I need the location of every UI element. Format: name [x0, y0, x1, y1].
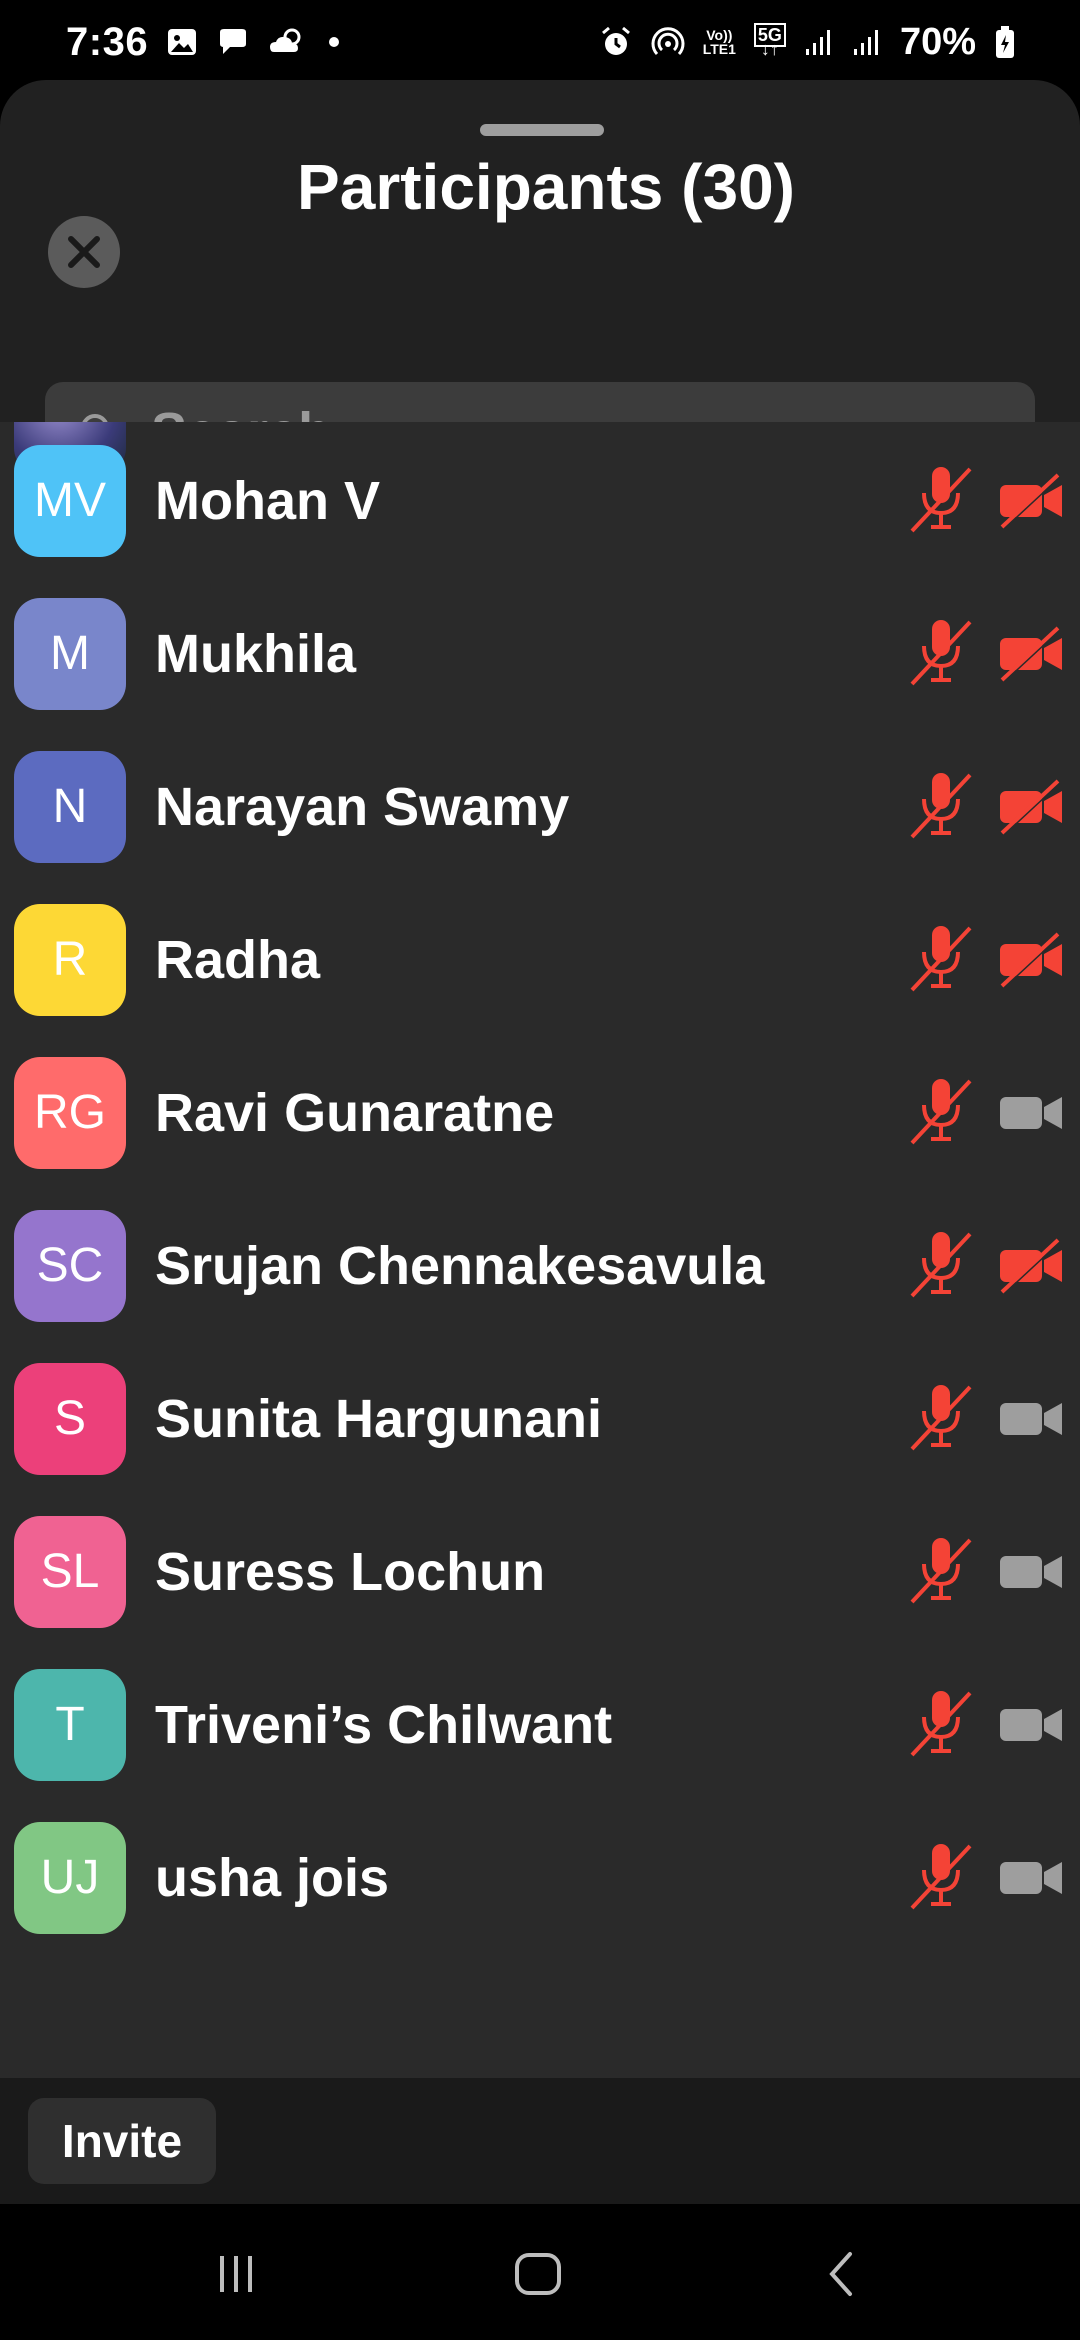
home-button[interactable] [508, 2246, 568, 2302]
mic-muted-icon[interactable] [906, 1226, 976, 1306]
5g-icon: 5G ↓↑ [753, 23, 786, 58]
participant-row[interactable]: MV Mohan V [0, 424, 1080, 577]
participant-row[interactable]: T Triveni’s Chilwant [0, 1648, 1080, 1801]
dot-icon [324, 32, 344, 52]
sheet-title: Participants (30) [297, 151, 795, 223]
hotspot-icon [651, 25, 685, 59]
network-5g-label: 5G [753, 23, 786, 47]
participant-name: Triveni’s Chilwant [155, 1694, 613, 1755]
mic-muted-icon[interactable] [906, 920, 976, 1000]
status-bar: 7:36 Vo)) LTE1 5G ↓↑ 70% [0, 0, 1080, 84]
participant-row[interactable]: R Radha [0, 883, 1080, 1036]
invite-button[interactable]: Invite [28, 2098, 216, 2184]
participant-name: Mukhila [155, 623, 357, 684]
camera-off-icon[interactable] [998, 624, 1066, 684]
mic-muted-icon[interactable] [906, 461, 976, 541]
camera-off-icon[interactable] [998, 1236, 1066, 1296]
mic-muted-icon[interactable] [906, 1073, 976, 1153]
participant-name: usha jois [155, 1847, 390, 1908]
avatar: SC [14, 1209, 126, 1322]
participant-name: Ravi Gunaratne [155, 1082, 555, 1143]
avatar: R [14, 903, 126, 1016]
alarm-icon [599, 25, 633, 59]
back-button[interactable] [812, 2246, 872, 2302]
battery-percent: 70% [899, 20, 976, 63]
status-time: 7:36 [66, 19, 149, 64]
network-label-bottom: LTE1 [702, 41, 736, 57]
mic-muted-icon[interactable] [906, 1838, 976, 1918]
mic-muted-icon[interactable] [906, 767, 976, 847]
close-icon [68, 236, 100, 268]
participant-row[interactable]: M Mukhila [0, 577, 1080, 730]
participant-row[interactable]: RG Ravi Gunaratne [0, 1036, 1080, 1189]
avatar: MV [14, 444, 126, 557]
participant-row[interactable]: S Sunita Hargunani [0, 1342, 1080, 1495]
mic-muted-icon[interactable] [906, 1532, 976, 1612]
camera-icon[interactable] [998, 1542, 1066, 1602]
participant-row[interactable]: UJ usha jois [0, 1801, 1080, 1954]
footer: Invite [0, 2078, 1080, 2204]
camera-off-icon[interactable] [998, 777, 1066, 837]
close-button[interactable] [48, 216, 120, 288]
avatar: SL [14, 1515, 126, 1628]
back-icon [829, 2252, 852, 2296]
mic-muted-icon[interactable] [906, 614, 976, 694]
volte-icon: Vo)) LTE1 [703, 28, 736, 56]
participant-row[interactable]: N Narayan Swamy [0, 730, 1080, 883]
recents-button[interactable] [206, 2246, 266, 2302]
camera-off-icon[interactable] [998, 930, 1066, 990]
signal-icon [852, 27, 882, 57]
avatar: RG [14, 1056, 126, 1169]
chat-bubble-icon [216, 26, 250, 58]
recents-icon [220, 2256, 252, 2292]
camera-off-icon[interactable] [998, 471, 1066, 531]
battery-icon [994, 25, 1016, 59]
participant-name: Suress Lochun [155, 1541, 546, 1602]
status-right: Vo)) LTE1 5G ↓↑ 70% [599, 21, 1016, 64]
participant-name: Srujan Chennakesavula [155, 1235, 765, 1296]
participant-name: Radha [155, 929, 321, 990]
mic-muted-icon[interactable] [906, 1379, 976, 1459]
navigation-bar [0, 2204, 1080, 2340]
signal-icon [804, 27, 834, 57]
mic-muted-icon[interactable] [906, 1685, 976, 1765]
participant-row[interactable]: SC Srujan Chennakesavula [0, 1189, 1080, 1342]
weather-cloud-icon [268, 26, 306, 58]
participant-name: Narayan Swamy [155, 776, 570, 837]
avatar: N [14, 750, 126, 863]
camera-icon[interactable] [998, 1083, 1066, 1143]
avatar: T [14, 1668, 126, 1781]
avatar: M [14, 597, 126, 710]
avatar: S [14, 1362, 126, 1475]
camera-icon[interactable] [998, 1389, 1066, 1449]
status-left: 7:36 [66, 20, 344, 65]
home-icon [515, 2253, 561, 2295]
image-icon [166, 26, 198, 58]
participant-name: Sunita Hargunani [155, 1388, 603, 1449]
camera-icon[interactable] [998, 1695, 1066, 1755]
participant-list[interactable]: MV Mohan V M Mukhila N Narayan Swamy R Radha RG R… [0, 422, 1080, 2078]
participant-row[interactable]: SL Suress Lochun [0, 1495, 1080, 1648]
camera-icon[interactable] [998, 1848, 1066, 1908]
participant-name: Mohan V [155, 470, 380, 531]
drag-handle[interactable] [480, 124, 604, 136]
avatar: UJ [14, 1821, 126, 1934]
